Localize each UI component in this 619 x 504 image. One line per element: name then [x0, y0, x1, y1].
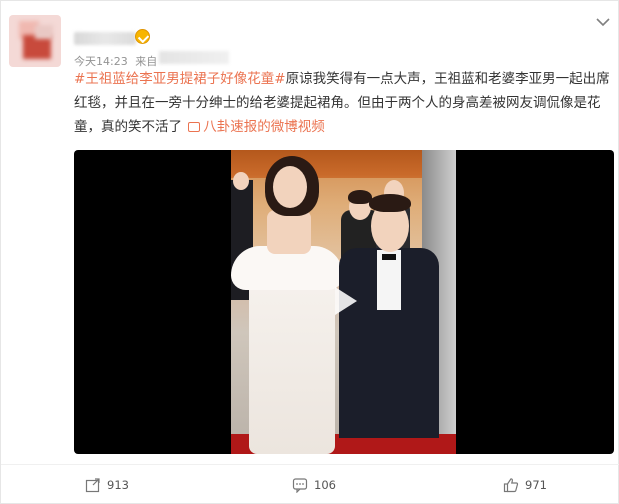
topic-link[interactable]: #王祖蓝给李亚男提裙子好像花童# — [74, 71, 286, 87]
post-text: #王祖蓝给李亚男提裙子好像花童#原谅我笑得有一点大声，王祖蓝和老婆李亚男一起出席… — [74, 67, 612, 139]
like-count: 971 — [525, 478, 547, 492]
weibo-post-card: 今天14:23 来自 #王祖蓝给李亚男提裙子好像花童#原谅我笑得有一点大声，王祖… — [0, 0, 619, 504]
like-button[interactable]: 971 — [503, 475, 547, 495]
video-link-label: 八卦速报的微博视频 — [203, 119, 325, 135]
avatar[interactable] — [9, 15, 61, 67]
chevron-down-icon[interactable] — [596, 17, 610, 27]
comment-icon — [292, 477, 314, 493]
thumbs-up-icon — [503, 477, 525, 493]
video-icon — [188, 122, 201, 132]
video-source-link[interactable]: 八卦速报的微博视频 — [186, 119, 325, 135]
comment-button[interactable]: 106 — [292, 475, 336, 495]
post-source-blurred[interactable] — [159, 51, 229, 64]
video-player[interactable] — [74, 150, 614, 454]
repost-button[interactable]: 913 — [85, 475, 129, 495]
action-bar: 913 106 971 — [1, 464, 619, 504]
comment-count: 106 — [314, 478, 336, 492]
share-icon — [85, 477, 107, 493]
username-blurred[interactable] — [74, 32, 136, 45]
vip-badge-icon — [135, 29, 150, 44]
play-icon[interactable] — [327, 283, 361, 319]
repost-count: 913 — [107, 478, 129, 492]
